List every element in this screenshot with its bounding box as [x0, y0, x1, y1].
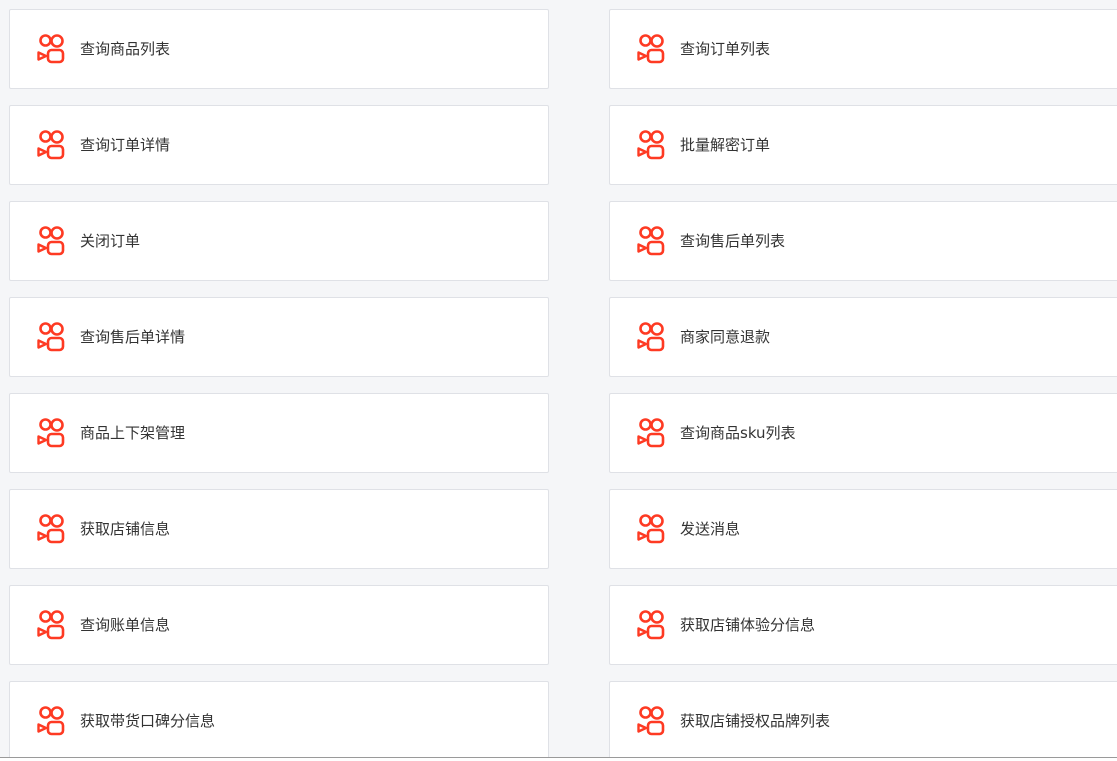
card-label: 获取店铺体验分信息	[680, 616, 816, 634]
card-label: 查询账单信息	[80, 616, 171, 634]
card-label: 发送消息	[680, 520, 741, 538]
card-label: 获取店铺授权品牌列表	[680, 712, 831, 730]
kuaishou-logo-icon	[37, 226, 65, 256]
card-query-order-list[interactable]: 查询订单列表	[609, 9, 1117, 89]
card-query-bill-info[interactable]: 查询账单信息	[9, 585, 549, 665]
kuaishou-logo-icon	[637, 322, 665, 352]
kuaishou-logo-icon	[37, 418, 65, 448]
card-label: 查询商品sku列表	[680, 424, 796, 442]
card-send-message[interactable]: 发送消息	[609, 489, 1117, 569]
kuaishou-logo-icon	[37, 514, 65, 544]
card-query-aftersale-list[interactable]: 查询售后单列表	[609, 201, 1117, 281]
card-label: 查询商品列表	[80, 40, 171, 58]
card-label: 商品上下架管理	[80, 424, 186, 442]
card-label: 查询售后单列表	[680, 232, 786, 250]
kuaishou-logo-icon	[37, 130, 65, 160]
kuaishou-logo-icon	[37, 706, 65, 736]
kuaishou-logo-icon	[637, 418, 665, 448]
kuaishou-logo-icon	[37, 610, 65, 640]
card-get-shop-info[interactable]: 获取店铺信息	[9, 489, 549, 569]
card-label: 获取带货口碑分信息	[80, 712, 216, 730]
kuaishou-logo-icon	[637, 130, 665, 160]
card-label: 批量解密订单	[680, 136, 771, 154]
kuaishou-logo-icon	[637, 514, 665, 544]
kuaishou-logo-icon	[637, 706, 665, 736]
card-label: 查询订单列表	[680, 40, 771, 58]
card-get-shop-experience-score[interactable]: 获取店铺体验分信息	[609, 585, 1117, 665]
card-get-shop-authorized-brands[interactable]: 获取店铺授权品牌列表	[609, 681, 1117, 761]
card-merchant-approve-refund[interactable]: 商家同意退款	[609, 297, 1117, 377]
kuaishou-logo-icon	[637, 610, 665, 640]
card-query-product-list[interactable]: 查询商品列表	[9, 9, 549, 89]
card-label: 查询订单详情	[80, 136, 171, 154]
card-label: 获取店铺信息	[80, 520, 171, 538]
kuaishou-logo-icon	[37, 34, 65, 64]
card-label: 关闭订单	[80, 232, 141, 250]
card-query-aftersale-detail[interactable]: 查询售后单详情	[9, 297, 549, 377]
kuaishou-logo-icon	[37, 322, 65, 352]
card-query-order-detail[interactable]: 查询订单详情	[9, 105, 549, 185]
kuaishou-logo-icon	[637, 34, 665, 64]
card-batch-decrypt-orders[interactable]: 批量解密订单	[609, 105, 1117, 185]
card-close-order[interactable]: 关闭订单	[9, 201, 549, 281]
card-label: 查询售后单详情	[80, 328, 186, 346]
card-label: 商家同意退款	[680, 328, 771, 346]
card-query-product-sku-list[interactable]: 查询商品sku列表	[609, 393, 1117, 473]
card-product-list-delist[interactable]: 商品上下架管理	[9, 393, 549, 473]
api-card-grid: 查询商品列表 查询订单列表 查询订单详情 批量解密订单 关闭订单 查询售后单列表…	[0, 0, 1117, 761]
kuaishou-logo-icon	[637, 226, 665, 256]
bottom-edge-divider	[0, 757, 1117, 761]
card-get-sales-reputation-score[interactable]: 获取带货口碑分信息	[9, 681, 549, 761]
